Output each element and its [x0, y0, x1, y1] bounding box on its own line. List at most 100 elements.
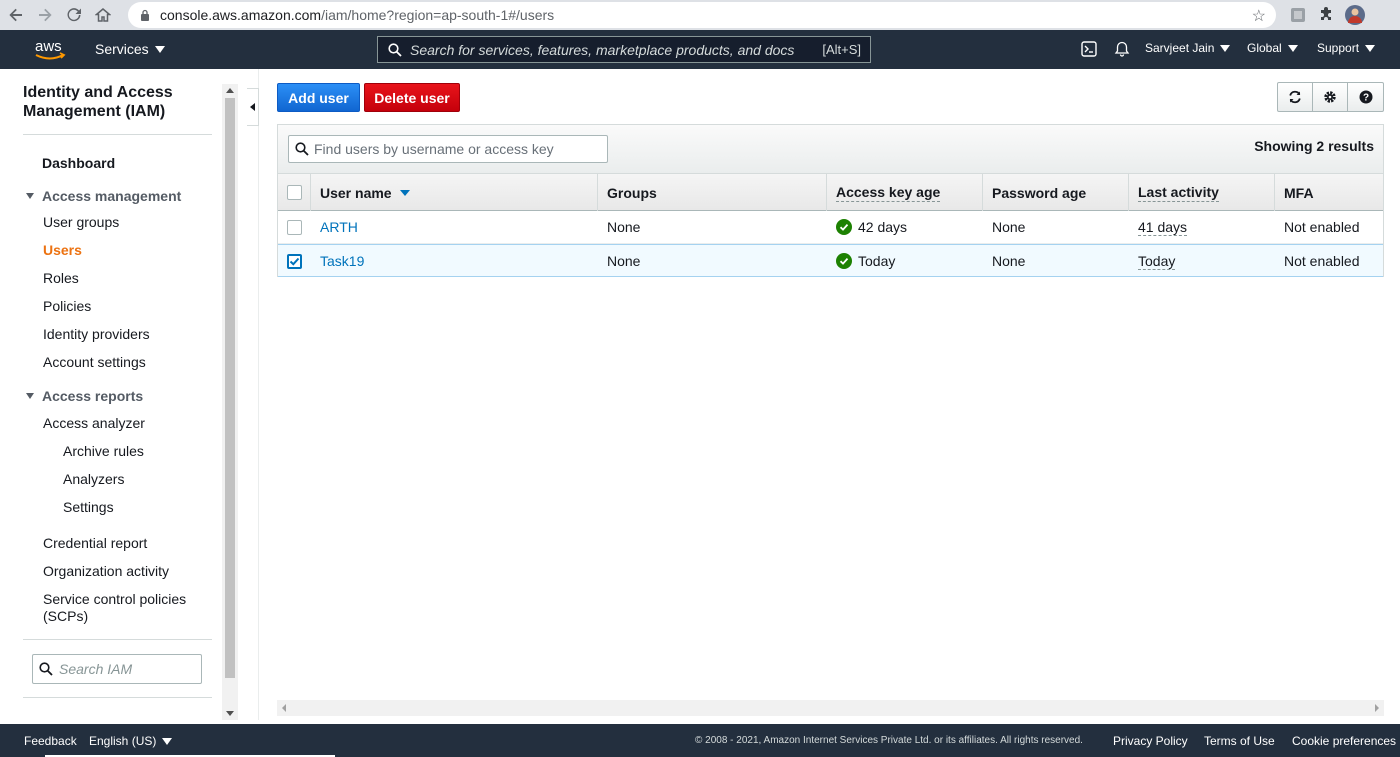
- access-management-toggle[interactable]: Access management: [26, 188, 181, 204]
- search-icon: [295, 142, 309, 156]
- sidebar-item-dashboard[interactable]: Dashboard: [42, 155, 115, 172]
- table-tools: ?: [1277, 82, 1384, 112]
- mfa-cell: Not enabled: [1284, 253, 1360, 269]
- table-row[interactable]: Task19 None Today None Today Not enabled: [278, 244, 1383, 277]
- user-name-cell: ARTH: [311, 211, 598, 243]
- user-link[interactable]: ARTH: [320, 219, 358, 235]
- access-reports-toggle[interactable]: Access reports: [26, 388, 143, 404]
- aws-logo-icon[interactable]: aws: [33, 37, 67, 63]
- forward-icon[interactable]: [32, 2, 58, 28]
- cloudshell-icon[interactable]: [1081, 41, 1097, 57]
- column-header-password-age[interactable]: Password age: [983, 174, 1129, 211]
- sidebar-item-settings[interactable]: Settings: [63, 499, 114, 516]
- sidebar-search-input[interactable]: Search IAM: [32, 654, 202, 684]
- column-header-access-key-age[interactable]: Access key age: [827, 174, 983, 211]
- sidebar-item-scps[interactable]: Service control policies (SCPs): [43, 591, 203, 625]
- sidebar-scrollbar[interactable]: [222, 84, 238, 720]
- row-checkbox-checked[interactable]: [287, 253, 302, 269]
- lock-icon: [141, 9, 149, 21]
- horizontal-scrollbar[interactable]: [277, 700, 1384, 716]
- sidebar-item-analyzers[interactable]: Analyzers: [63, 471, 124, 488]
- global-search-input[interactable]: Search for services, features, marketpla…: [377, 36, 871, 63]
- sidebar-item-policies[interactable]: Policies: [43, 298, 91, 315]
- column-header-groups[interactable]: Groups: [598, 174, 827, 211]
- caret-down-icon: [1220, 44, 1231, 52]
- sidebar-item-user-groups[interactable]: User groups: [43, 214, 119, 231]
- triangle-left-icon: [250, 103, 255, 111]
- svg-text:?: ?: [1362, 93, 1368, 104]
- row-checkbox[interactable]: [287, 219, 302, 235]
- scroll-up-icon[interactable]: [226, 88, 234, 93]
- table-header: User name Groups Access key age Password…: [278, 173, 1383, 211]
- feedback-link[interactable]: Feedback: [18, 734, 77, 748]
- last-activity-cell: Today: [1138, 252, 1176, 270]
- divider: [23, 697, 212, 698]
- sidebar-item-archive-rules[interactable]: Archive rules: [63, 443, 144, 460]
- sidebar-item-access-analyzer[interactable]: Access analyzer: [43, 415, 145, 432]
- gear-icon[interactable]: [1313, 83, 1349, 111]
- refresh-icon[interactable]: [1278, 83, 1314, 111]
- sidebar-item-organization-activity[interactable]: Organization activity: [43, 563, 169, 580]
- access-key-age-cell: Today: [827, 245, 983, 277]
- region-menu[interactable]: Global: [1247, 41, 1298, 55]
- row-select-cell: [278, 245, 311, 277]
- sidebar-item-identity-providers[interactable]: Identity providers: [43, 326, 150, 343]
- privacy-policy-link[interactable]: Privacy Policy: [1113, 734, 1188, 748]
- profile-avatar[interactable]: [1345, 5, 1365, 25]
- groups-cell: None: [607, 219, 641, 235]
- sidebar-item-account-settings[interactable]: Account settings: [43, 354, 146, 371]
- home-icon[interactable]: [90, 2, 116, 28]
- cookie-preferences-link[interactable]: Cookie preferences: [1292, 734, 1396, 748]
- sidebar-item-credential-report[interactable]: Credential report: [43, 535, 147, 552]
- scroll-left-icon[interactable]: [282, 704, 286, 712]
- user-name-cell: Task19: [311, 245, 598, 277]
- collapse-sidebar-button[interactable]: [247, 88, 259, 126]
- password-age-cell: None: [992, 219, 1026, 235]
- scroll-right-icon[interactable]: [1375, 704, 1379, 712]
- sidebar-item-roles[interactable]: Roles: [43, 270, 79, 287]
- column-header-mfa[interactable]: MFA: [1275, 174, 1383, 211]
- divider: [23, 639, 212, 640]
- url-text: console.aws.amazon.com/iam/home?region=a…: [160, 7, 555, 23]
- select-all-cell: [278, 174, 311, 211]
- console-footer: Feedback English (US) © 2008 - 2021, Ama…: [0, 724, 1400, 757]
- sidebar-item-users[interactable]: Users: [43, 242, 82, 259]
- language-selector[interactable]: English (US): [89, 734, 173, 748]
- back-icon[interactable]: [3, 2, 29, 28]
- groups-cell: None: [607, 253, 641, 269]
- puzzle-extensions-icon[interactable]: [1316, 5, 1336, 25]
- services-menu[interactable]: Services: [95, 41, 165, 57]
- check-circle-icon: [836, 219, 852, 235]
- caret-down-icon: [1365, 44, 1376, 52]
- access-key-age-cell: 42 days: [827, 211, 983, 243]
- service-title[interactable]: Identity and Access Management (IAM): [23, 83, 193, 121]
- scrollbar-thumb[interactable]: [225, 98, 235, 678]
- check-circle-icon: [836, 253, 852, 269]
- filter-users-input[interactable]: Find users by username or access key: [288, 135, 608, 163]
- reload-icon[interactable]: [61, 2, 87, 28]
- last-activity-cell: 41 days: [1138, 218, 1188, 236]
- user-link[interactable]: Task19: [320, 253, 364, 269]
- password-age-cell: None: [992, 253, 1026, 269]
- account-menu[interactable]: Sarvjeet Jain: [1145, 41, 1231, 55]
- help-icon[interactable]: ?: [1348, 83, 1383, 111]
- table-filter-bar: Find users by username or access key Sho…: [278, 125, 1383, 173]
- add-user-button[interactable]: Add user: [277, 83, 360, 112]
- address-bar[interactable]: console.aws.amazon.com/iam/home?region=a…: [128, 2, 1276, 28]
- select-all-checkbox[interactable]: [287, 185, 302, 200]
- delete-user-button[interactable]: Delete user: [364, 83, 460, 112]
- copyright-text: © 2008 - 2021, Amazon Internet Services …: [695, 735, 1083, 746]
- terms-of-use-link[interactable]: Terms of Use: [1204, 734, 1275, 748]
- bell-icon[interactable]: [1114, 41, 1130, 57]
- divider: [258, 69, 259, 720]
- scroll-down-icon[interactable]: [226, 711, 234, 716]
- mfa-cell: Not enabled: [1284, 219, 1360, 235]
- column-header-last-activity[interactable]: Last activity: [1129, 174, 1275, 211]
- column-header-user-name[interactable]: User name: [311, 174, 598, 211]
- extension-icon[interactable]: [1288, 5, 1308, 25]
- table-row[interactable]: ARTH None 42 days None 41 days Not enabl…: [278, 211, 1383, 244]
- caret-down-icon: [1287, 44, 1298, 52]
- divider: [23, 134, 212, 135]
- bookmark-star-icon[interactable]: ☆: [1252, 6, 1266, 26]
- support-menu[interactable]: Support: [1317, 41, 1376, 55]
